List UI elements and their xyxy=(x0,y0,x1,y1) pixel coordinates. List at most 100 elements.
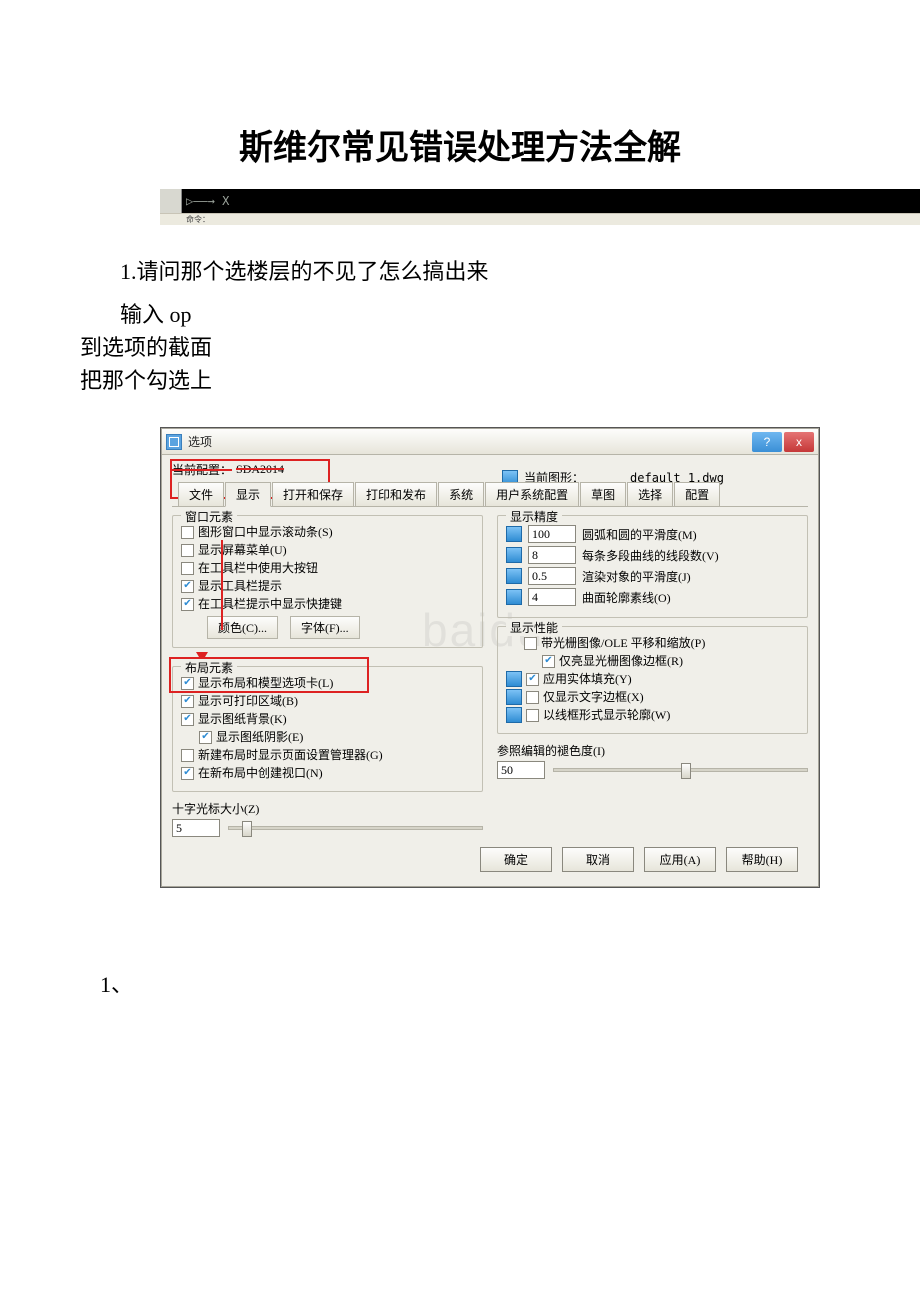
chk-create-viewport[interactable] xyxy=(181,767,194,780)
lbl-create-viewport: 在新布局中创建视口(N) xyxy=(198,765,323,781)
display-precision-legend: 显示精度 xyxy=(506,508,562,525)
colors-button[interactable]: 颜色(C)... xyxy=(207,616,278,639)
answer-line-3: 把那个勾选上 xyxy=(80,364,860,397)
display-precision-group: 显示精度 圆弧和圆的平滑度(M) 每条多段曲线的线段数(V) 渲染对象的平滑度(… xyxy=(497,515,808,618)
crosshair-slider[interactable] xyxy=(228,826,483,830)
options-dialog-screenshot: baidu 选项 ? x 当前配置： SDA2014 当前图形： xyxy=(160,427,820,888)
chk-highlight-raster-frame[interactable] xyxy=(542,655,555,668)
lbl-printable-area: 显示可打印区域(B) xyxy=(198,693,298,709)
drawing-icon xyxy=(506,547,522,563)
window-elements-legend: 窗口元素 xyxy=(181,508,237,525)
fonts-button[interactable]: 字体(F)... xyxy=(290,616,360,639)
layout-elements-group: 布局元素 显示布局和模型选项卡(L) 显示可打印区域(B) 显示图纸背景(K) … xyxy=(172,666,483,792)
answer-line-1: 输入 op xyxy=(120,298,860,331)
question-1: 1.请问那个选楼层的不见了怎么搞出来 xyxy=(120,255,860,288)
current-profile-label: 当前配置： xyxy=(172,461,232,478)
chk-shortcut-keys[interactable] xyxy=(181,598,194,611)
xref-fade-value-input[interactable] xyxy=(497,761,545,779)
chk-layout-tabs[interactable] xyxy=(181,677,194,690)
tab-plot-publish[interactable]: 打印和发布 xyxy=(355,482,437,506)
lbl-pan-zoom-raster: 带光栅图像/OLE 平移和缩放(P) xyxy=(541,635,705,651)
display-performance-legend: 显示性能 xyxy=(506,619,562,636)
xref-fade-label: 参照编辑的褪色度(I) xyxy=(497,742,808,759)
crosshair-label: 十字光标大小(Z) xyxy=(172,800,483,817)
lbl-large-buttons: 在工具栏中使用大按钮 xyxy=(198,560,318,576)
chk-printable-area[interactable] xyxy=(181,695,194,708)
arc-smoothness-input[interactable] xyxy=(528,525,576,543)
xref-fade-slider-thumb[interactable] xyxy=(681,763,691,779)
lbl-scrollbars: 图形窗口中显示滚动条(S) xyxy=(198,524,333,540)
polyline-segments-label: 每条多段曲线的线段数(V) xyxy=(582,547,719,564)
help-button[interactable]: 帮助(H) xyxy=(726,847,798,872)
app-icon xyxy=(166,434,182,450)
layout-elements-legend: 布局元素 xyxy=(181,659,237,676)
lbl-shortcut-keys: 在工具栏提示中显示快捷键 xyxy=(198,596,342,612)
lbl-page-setup-mgr: 新建布局时显示页面设置管理器(G) xyxy=(198,747,383,763)
lbl-screen-menu: 显示屏幕菜单(U) xyxy=(198,542,287,558)
chk-paper-bg[interactable] xyxy=(181,713,194,726)
titlebar-help-button[interactable]: ? xyxy=(752,432,782,452)
chk-scrollbars[interactable] xyxy=(181,526,194,539)
chk-tooltips[interactable] xyxy=(181,580,194,593)
render-smoothness-input[interactable] xyxy=(528,567,576,585)
chk-pan-zoom-raster[interactable] xyxy=(524,637,537,650)
xref-fade-group: 参照编辑的褪色度(I) xyxy=(497,742,808,779)
drawing-icon xyxy=(506,589,522,605)
drawing-icon xyxy=(506,568,522,584)
tab-system[interactable]: 系统 xyxy=(438,482,484,506)
lbl-wireframe-silhouette: 以线框形式显示轮廓(W) xyxy=(543,707,670,723)
tab-drafting[interactable]: 草图 xyxy=(580,482,626,506)
drawing-icon xyxy=(506,526,522,542)
lbl-solid-fill: 应用实体填充(Y) xyxy=(543,671,632,687)
chk-solid-fill[interactable] xyxy=(526,673,539,686)
dialog-titlebar: 选项 ? x xyxy=(162,429,818,455)
surface-contour-label: 曲面轮廓素线(O) xyxy=(582,589,671,606)
cancel-button[interactable]: 取消 xyxy=(562,847,634,872)
xref-fade-slider[interactable] xyxy=(553,768,808,772)
chk-page-setup-mgr[interactable] xyxy=(181,749,194,762)
window-elements-group: 窗口元素 图形窗口中显示滚动条(S) 显示屏幕菜单(U) 在工具栏中使用大按钮 … xyxy=(172,515,483,648)
tab-open-save[interactable]: 打开和保存 xyxy=(272,482,354,506)
chk-paper-shadow[interactable] xyxy=(199,731,212,744)
lbl-tooltips: 显示工具栏提示 xyxy=(198,578,282,594)
render-smoothness-label: 渲染对象的平滑度(J) xyxy=(582,568,691,585)
crosshair-value-input[interactable] xyxy=(172,819,220,837)
drawing-icon xyxy=(506,671,522,687)
polyline-segments-input[interactable] xyxy=(528,546,576,564)
tab-user-prefs[interactable]: 用户系统配置 xyxy=(485,482,579,506)
lbl-highlight-raster-frame: 仅亮显光栅图像边框(R) xyxy=(559,653,683,669)
console-strip: ▷——→ X xyxy=(160,189,920,213)
drawing-icon xyxy=(506,707,522,723)
tab-selection[interactable]: 选择 xyxy=(627,482,673,506)
tab-profiles[interactable]: 配置 xyxy=(674,482,720,506)
lbl-paper-bg: 显示图纸背景(K) xyxy=(198,711,287,727)
document-title: 斯维尔常见错误处理方法全解 xyxy=(60,120,860,169)
display-performance-group: 显示性能 带光栅图像/OLE 平移和缩放(P) 仅亮显光栅图像边框(R) 应用实… xyxy=(497,626,808,734)
crosshair-slider-thumb[interactable] xyxy=(242,821,252,837)
arc-smoothness-label: 圆弧和圆的平滑度(M) xyxy=(582,526,697,543)
chk-text-boundary-only[interactable] xyxy=(526,691,539,704)
chk-wireframe-silhouette[interactable] xyxy=(526,709,539,722)
lbl-layout-tabs: 显示布局和模型选项卡(L) xyxy=(198,675,333,691)
footer-number: 1、 xyxy=(100,968,860,1001)
tab-files[interactable]: 文件 xyxy=(178,482,224,506)
tab-bar: 文件 显示 打开和保存 打印和发布 系统 用户系统配置 草图 选择 配置 xyxy=(172,482,808,507)
ok-button[interactable]: 确定 xyxy=(480,847,552,872)
answer-line-2: 到选项的截面 xyxy=(80,331,860,364)
chk-screen-menu[interactable] xyxy=(181,544,194,557)
dialog-button-bar: 确定 取消 应用(A) 帮助(H) xyxy=(172,837,808,876)
ucs-icon-cell xyxy=(160,189,182,213)
lbl-paper-shadow: 显示图纸阴影(E) xyxy=(216,729,303,745)
chk-large-buttons[interactable] xyxy=(181,562,194,575)
drawing-icon xyxy=(506,689,522,705)
command-line-strip[interactable]: 命令： xyxy=(160,213,920,225)
crosshair-size-group: 十字光标大小(Z) xyxy=(172,800,483,837)
tab-display[interactable]: 显示 xyxy=(225,482,271,507)
surface-contour-input[interactable] xyxy=(528,588,576,606)
dialog-title: 选项 xyxy=(188,433,750,450)
ucs-arrow-label: ▷——→ X xyxy=(182,189,242,213)
current-profile-value: SDA2014 xyxy=(236,462,284,477)
apply-button[interactable]: 应用(A) xyxy=(644,847,716,872)
lbl-text-boundary-only: 仅显示文字边框(X) xyxy=(543,689,644,705)
titlebar-close-button[interactable]: x xyxy=(784,432,814,452)
